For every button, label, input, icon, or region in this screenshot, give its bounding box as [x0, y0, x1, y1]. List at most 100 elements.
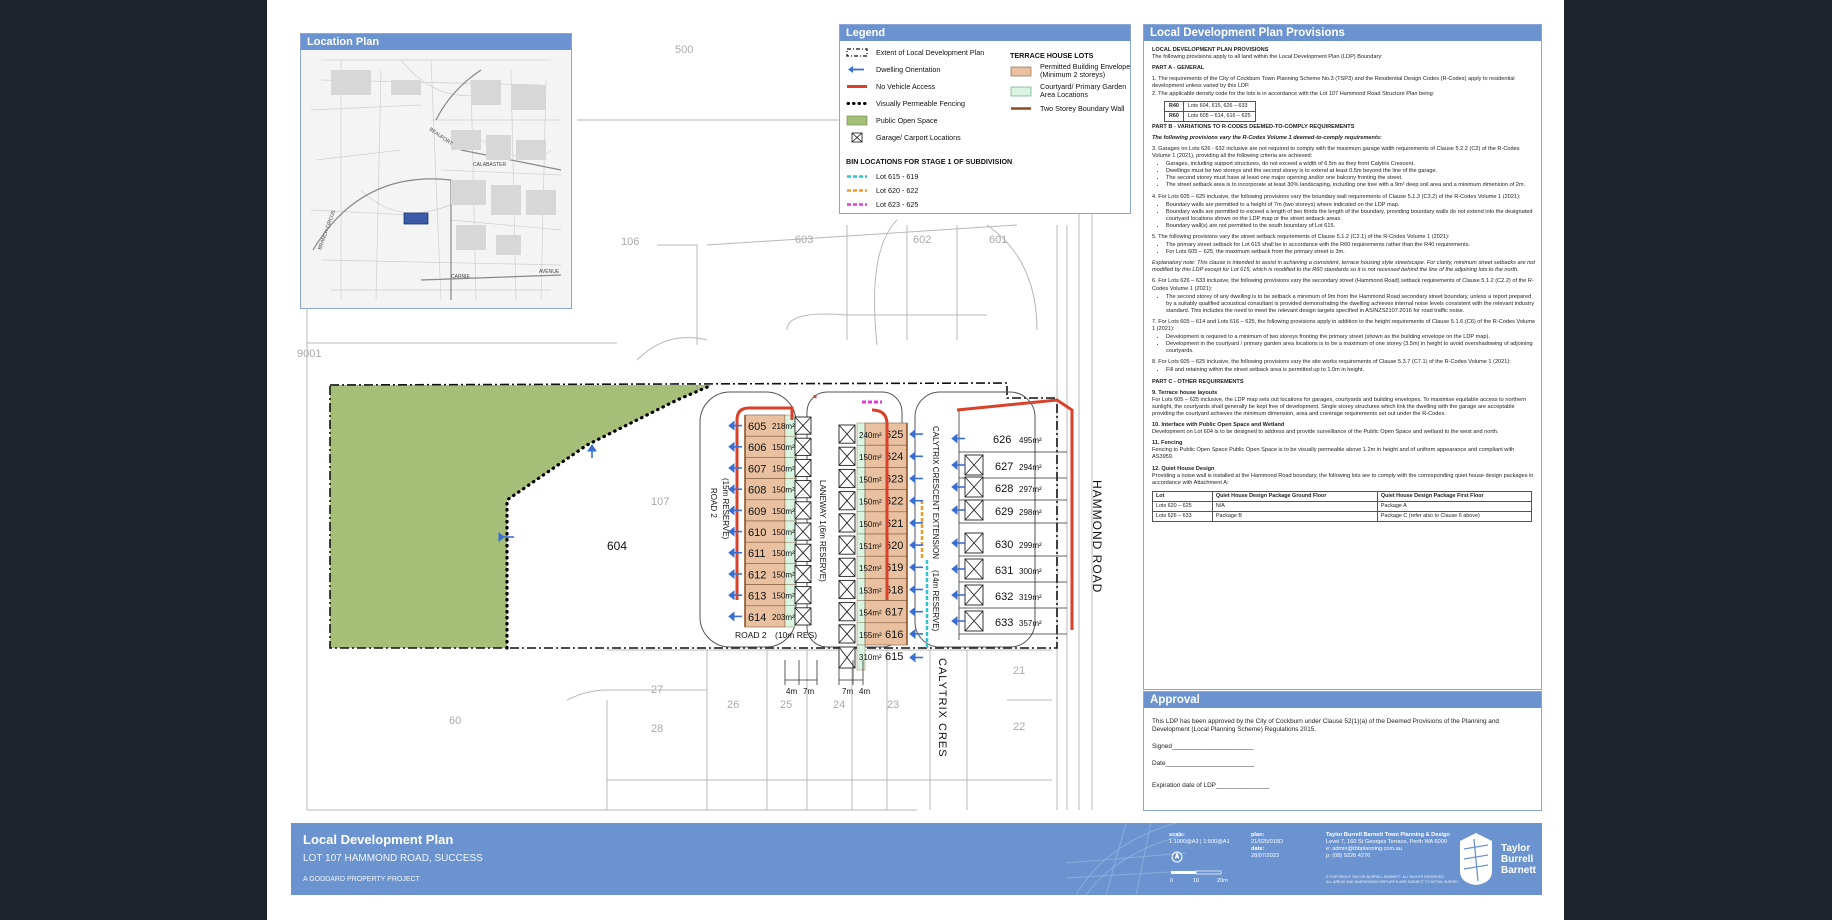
lot-number: 628	[995, 483, 1013, 495]
dwelling-orientation-arrow	[909, 652, 923, 663]
terrace-lot: 153m² 618	[838, 578, 908, 601]
residential-lot: 626 495m²	[959, 434, 1067, 453]
copyright-2: ALL AREAS AND DIMENSIONS DISPLAYED ARE S…	[1326, 880, 1460, 884]
lot-area: 150m²	[772, 507, 795, 516]
bin-icon	[847, 189, 867, 192]
lot-number: 608	[748, 485, 766, 497]
garage-marker	[794, 522, 812, 541]
clause-6: 6. For Lots 626 – 633 inclusive, the fol…	[1152, 278, 1534, 292]
scale-value: 1:1000@A3 | 1:500@A1	[1169, 839, 1230, 845]
part-b-intro: The following provisions vary the R-Code…	[1152, 134, 1382, 141]
context-lot-number: 28	[651, 723, 663, 735]
dimension-label: 4m	[859, 687, 870, 696]
legend-item: Garage/ Carport Locations	[846, 132, 961, 143]
table-row: R60 Lots 605 – 614, 616 – 625	[1164, 110, 1256, 122]
terrace-lot: 613 150m²	[744, 584, 812, 607]
firm-email: e: admin@tbbplanning.com.au	[1326, 846, 1402, 852]
lot-area: 294m²	[1019, 463, 1042, 472]
context-lot-number: 23	[887, 699, 899, 711]
clause-11-head: 11. Fencing	[1152, 440, 1183, 447]
road-label: (10m RES)	[775, 630, 817, 640]
scale-tick: 10	[1193, 878, 1199, 884]
provisions-panel: Local Development Plan Provisions LOCAL …	[1143, 24, 1542, 690]
road-label: (15m RESERVE)	[721, 478, 730, 540]
list-item: Garages, including support structures, d…	[1166, 161, 1536, 168]
dwelling-orientation-arrow	[951, 615, 965, 627]
middle-arrows	[909, 429, 923, 663]
terrace-lot: 610 150m²	[744, 520, 812, 543]
tan-fill-icon	[1010, 66, 1032, 76]
clause-7-list: Development is required to a minimum of …	[1166, 334, 1536, 355]
residential-lot: 628 297m²	[959, 476, 1067, 501]
plan-date: 28/07/2023	[1251, 853, 1279, 859]
clause-7: 7. For Lots 605 – 614 and Lots 616 – 625…	[1152, 318, 1536, 332]
lot-604-label: 604	[607, 539, 627, 553]
road-label: ROAD 2	[709, 488, 718, 518]
clause-3: 3. Garages on Lots 626 - 632 inclusive a…	[1152, 145, 1520, 160]
legend-title: Legend	[840, 25, 1130, 41]
middle-terrace-block: 240m² 625150m² 624150m² 623150m² 622150m² 621…	[838, 422, 908, 671]
dwelling-orientation-arrow	[951, 433, 965, 444]
lot-number: 626	[993, 434, 1011, 446]
lot-number: 611	[748, 548, 766, 560]
garage-marker	[794, 607, 812, 626]
lot-number: 612	[748, 569, 766, 581]
road-label: ROAD 2	[735, 630, 767, 640]
part-c-head: PART C - OTHER REQUIREMENTS	[1152, 378, 1244, 385]
clause-4-list: Boundary walls are permitted to a height…	[1166, 202, 1536, 230]
list-item: The second storey must have at least one…	[1166, 175, 1536, 182]
clause-11: Fencing to Public Open Space Public Open…	[1152, 447, 1515, 461]
list-item: The second storey of any dwelling is to …	[1166, 294, 1536, 315]
clause-6-list: The second storey of any dwelling is to …	[1166, 294, 1536, 315]
dots-icon	[846, 102, 868, 105]
east-arrows	[951, 433, 965, 627]
clause-5-list: The primary street setback for Lot 615 s…	[1166, 242, 1536, 256]
garage-marker	[794, 586, 812, 605]
approval-text: This LDP has been approved by the City o…	[1152, 718, 1499, 733]
quiet-house-table: Lot Quiet House Design Package Ground Fl…	[1152, 490, 1533, 523]
residential-lot: 632 319m²	[959, 584, 1067, 609]
garage-marker	[964, 584, 984, 606]
lot-area: 357m²	[1019, 619, 1042, 628]
scale-tick: 20m	[1217, 878, 1228, 884]
scale-bar: 0 10 20m	[1170, 870, 1228, 884]
terrace-lot: 151m² 620	[838, 533, 908, 557]
lot-area: 298m²	[1019, 508, 1042, 517]
clause-a1: 1. The requirements of the City of Cockb…	[1152, 76, 1515, 90]
green-fill-icon	[846, 115, 868, 126]
terrace-lot: 608 150m²	[744, 478, 812, 501]
lot-area: 150m²	[772, 570, 795, 579]
road-label: CALYTRIX CRES	[936, 658, 948, 758]
road-label: HAMMOND ROAD	[1090, 480, 1104, 593]
lot-area: 495m²	[1019, 436, 1042, 445]
garage-marker	[794, 416, 812, 435]
date-field: Date_________________________	[1152, 760, 1255, 767]
garage-marker	[794, 543, 812, 562]
lot-number: 605	[748, 421, 766, 433]
clause-8-list: Fill and retaining within the street set…	[1166, 367, 1536, 374]
road-label: (14m RESERVE)	[931, 570, 940, 632]
site-locator	[403, 212, 429, 225]
lot-area: 155m²	[859, 631, 882, 640]
lot-area: 150m²	[772, 486, 795, 495]
dwelling-orientation-arrow	[951, 537, 965, 549]
legend-bin-item: Lot 623 - 625	[846, 199, 918, 210]
road-label: CALYTRIX CRESCENT EXTENSION	[931, 426, 940, 559]
lot-number: 615	[885, 651, 903, 663]
garage-marker	[964, 558, 984, 580]
list-item: The primary street setback for Lot 615 s…	[1166, 242, 1536, 249]
clause-5: 5. The following provisions vary the str…	[1152, 233, 1450, 240]
garage-marker	[794, 437, 812, 456]
dwelling-orientation-arrow	[728, 611, 742, 622]
lot-area: 154m²	[859, 609, 882, 618]
terrace-lot: 606 150m²	[744, 435, 812, 458]
scale-tick: 0	[1170, 878, 1173, 884]
location-plan-map: BEAUFORT BRANCH CIRCUS CALABASTER CARNIE…	[301, 50, 571, 308]
lot-number: 633	[995, 617, 1013, 629]
brand-wordmark: Taylor Burrell Barnett	[1501, 843, 1537, 876]
list-item: For Lots 605 – 625, the maximum setback …	[1166, 249, 1536, 256]
list-item: Fill and retaining within the street set…	[1166, 367, 1536, 374]
dwelling-orientation-arrow	[951, 459, 965, 471]
location-plan-title: Location Plan	[301, 34, 571, 50]
garage-marker	[964, 476, 984, 498]
